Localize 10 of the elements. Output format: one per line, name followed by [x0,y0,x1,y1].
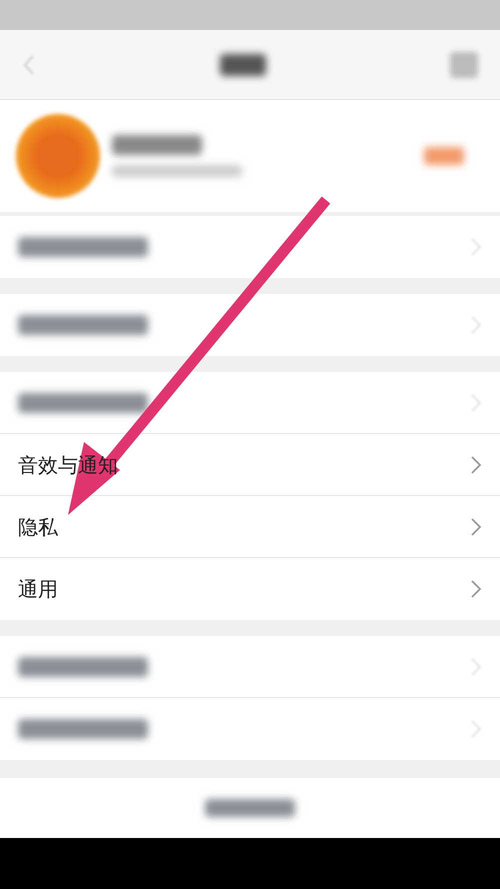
profile-card[interactable] [0,100,500,212]
chevron-right-icon [470,454,482,474]
blurred-title [220,54,266,76]
chevron-right-icon [470,516,482,536]
logout-button[interactable] [0,778,500,838]
chevron-right-icon [470,579,482,599]
row-label: 隐私 [18,514,58,540]
row-label: 通用 [18,576,58,603]
blurred-badge [424,147,464,165]
row-label: 音效与通知 [18,452,118,478]
